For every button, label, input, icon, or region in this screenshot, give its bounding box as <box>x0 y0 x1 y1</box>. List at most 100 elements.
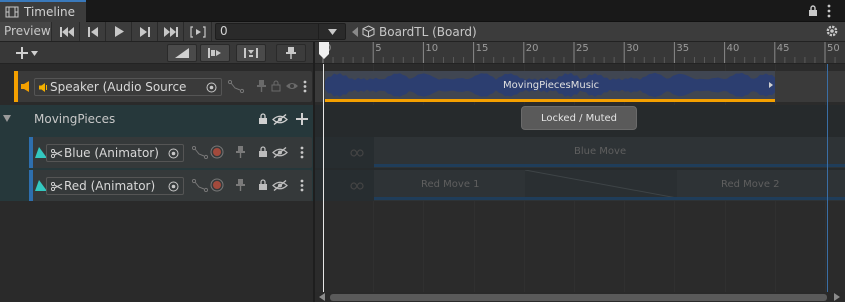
ruler-tick-label: 30 <box>626 43 639 54</box>
go-to-end-icon <box>164 26 178 37</box>
clip-color-bar <box>325 99 775 102</box>
pin-icon[interactable] <box>236 179 245 191</box>
infinite-icon <box>350 149 364 157</box>
time-ruler[interactable]: 05101520253035404550 <box>313 42 845 64</box>
next-frame-icon <box>140 26 150 37</box>
eye-hidden-icon[interactable] <box>272 114 288 125</box>
ripple-icon <box>208 48 221 58</box>
record-icon[interactable] <box>210 178 224 192</box>
eye-icon[interactable] <box>285 81 299 91</box>
eye-hidden-icon[interactable] <box>272 147 288 158</box>
clip-end-icon <box>769 82 773 88</box>
ruler-tick-label: 5 <box>375 43 382 54</box>
kebab-menu-icon[interactable] <box>300 146 304 159</box>
panel-splitter[interactable] <box>313 42 315 302</box>
target-icon[interactable] <box>206 82 217 93</box>
curves-icon[interactable] <box>228 80 244 93</box>
clip-label: Blue Move <box>574 146 627 157</box>
previous-frame-button[interactable] <box>81 22 106 41</box>
scroll-right-icon[interactable] <box>834 293 840 301</box>
target-icon[interactable] <box>168 148 179 159</box>
pin-button[interactable] <box>276 44 306 62</box>
previous-frame-icon <box>88 26 98 37</box>
track-headers-panel: Speaker (Audio Source MovingPieces Blue … <box>0 64 313 302</box>
curves-icon[interactable] <box>192 146 208 159</box>
binding-field[interactable]: Red (Animator) <box>46 177 184 195</box>
track-name: Speaker (Audio Source <box>50 80 187 94</box>
clip-color-bar <box>374 164 845 167</box>
track-header-toolbar <box>0 42 313 64</box>
infinite-icon <box>350 182 364 190</box>
timeline-asset-selector[interactable]: BoardTL (Board) <box>352 22 477 41</box>
eye-hidden-icon[interactable] <box>272 180 288 191</box>
animator-icon <box>51 149 63 158</box>
frame-format-dropdown[interactable] <box>318 23 346 40</box>
record-icon[interactable] <box>210 145 224 159</box>
blue-move-clip[interactable]: Blue Move <box>374 137 845 168</box>
scrollbar-thumb[interactable] <box>330 294 827 301</box>
playhead-handle[interactable] <box>318 42 330 60</box>
clip-color-bar <box>525 197 845 200</box>
blend-area <box>525 170 677 198</box>
speaker-icon <box>39 83 47 92</box>
track-speaker[interactable]: Speaker (Audio Source <box>14 71 312 102</box>
target-icon[interactable] <box>168 181 179 192</box>
chevron-left-icon <box>352 26 358 37</box>
audio-track-icon <box>21 81 29 92</box>
locked-muted-badge: Locked / Muted <box>521 106 637 130</box>
binding-field[interactable]: Blue (Animator) <box>46 144 184 162</box>
lock-icon[interactable] <box>258 146 268 158</box>
next-frame-button[interactable] <box>133 22 158 41</box>
pin-icon <box>286 47 296 59</box>
timeline-tab[interactable]: Timeline <box>0 0 86 22</box>
red-move-2-clip[interactable]: Red Move 2 <box>525 170 845 201</box>
play-button[interactable] <box>107 22 132 41</box>
lock-icon[interactable] <box>258 113 268 125</box>
preview-button[interactable]: Preview <box>0 22 52 41</box>
kebab-menu-icon[interactable] <box>300 179 304 192</box>
go-to-end-button[interactable] <box>159 22 184 41</box>
ripple-mode-button[interactable] <box>200 44 230 62</box>
pin-icon[interactable] <box>257 80 266 92</box>
kebab-menu-icon[interactable] <box>303 80 307 93</box>
track-blue[interactable]: Blue (Animator) <box>29 137 312 168</box>
group-name: MovingPieces <box>34 112 116 126</box>
track-red[interactable]: Red (Animator) <box>29 170 312 201</box>
go-to-start-button[interactable] <box>55 22 80 41</box>
audio-clip[interactable]: MovingPiecesMusic <box>325 71 775 102</box>
timeline-toolbar: Preview 0 BoardTL (Board) <box>0 22 845 42</box>
clips-area[interactable]: MovingPiecesMusic Locked / Muted Blue Mo… <box>315 64 845 292</box>
track-name: Red (Animator) <box>64 179 156 193</box>
curves-icon[interactable] <box>192 179 208 192</box>
add-track-button[interactable] <box>16 44 48 62</box>
pin-icon[interactable] <box>236 146 245 158</box>
asset-label: BoardTL (Board) <box>379 24 477 39</box>
chevron-down-icon <box>31 50 38 56</box>
tab-title: Timeline <box>24 5 76 19</box>
lock-window-icon[interactable] <box>807 4 819 17</box>
gear-icon[interactable] <box>825 24 839 38</box>
lock-icon[interactable] <box>258 179 268 191</box>
replace-mode-button[interactable] <box>236 44 266 62</box>
plus-icon <box>16 47 28 59</box>
ruler-tick-label: 10 <box>425 43 439 54</box>
playhead-line <box>323 64 324 292</box>
window-tab-bar: Timeline <box>0 0 845 22</box>
end-marker-line <box>827 64 828 292</box>
track-name: Blue (Animator) <box>64 146 159 160</box>
binding-field[interactable]: Speaker (Audio Source <box>34 78 222 96</box>
track-group-movingpieces[interactable]: MovingPieces <box>0 105 313 135</box>
collapse-arrow-icon[interactable] <box>3 115 11 122</box>
plus-icon[interactable] <box>296 113 308 125</box>
scroll-left-icon[interactable] <box>319 293 325 301</box>
lock-icon[interactable] <box>271 80 281 92</box>
clip-label: Red Move 1 <box>421 179 480 190</box>
replace-icon <box>244 48 258 58</box>
ruler-tick-label: 35 <box>676 43 690 54</box>
go-to-start-icon <box>60 26 74 37</box>
play-range-icon <box>190 25 206 38</box>
track-color-bar <box>14 71 18 102</box>
kebab-menu-icon[interactable] <box>826 4 832 18</box>
play-range-button[interactable] <box>185 22 212 41</box>
ease-mix-mode-button[interactable] <box>167 44 197 62</box>
